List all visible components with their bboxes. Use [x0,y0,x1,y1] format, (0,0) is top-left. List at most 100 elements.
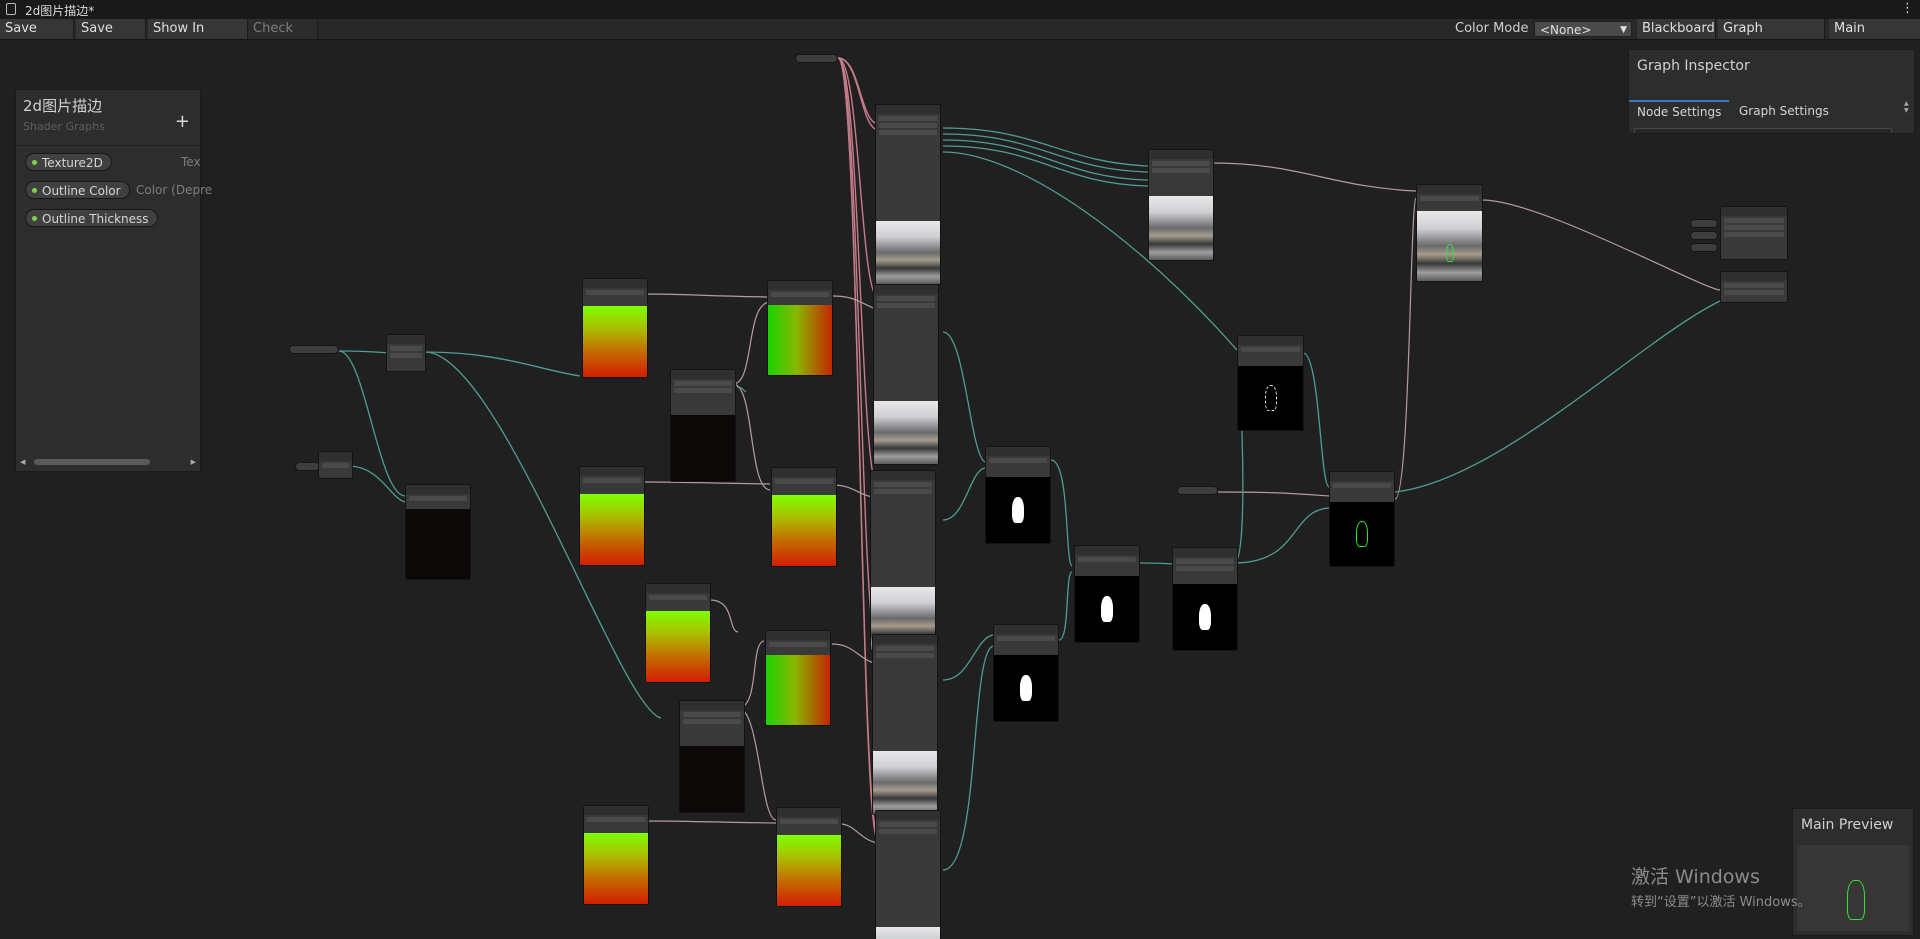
watermark-line-1: 激活 Windows [1631,866,1760,888]
save-as-button[interactable]: Save As... [76,19,146,56]
node-preview [768,305,832,375]
node-add-alpha-2[interactable] [993,624,1059,722]
property-outline-thickness[interactable]: Outline Thickness [25,209,158,227]
wire [644,481,771,485]
inspector-tabs: Node Settings Graph Settings [1629,100,1899,122]
wire [732,301,771,385]
node-port-row [989,458,1047,463]
vertex-input-pill[interactable] [1690,243,1718,252]
wire [837,57,879,489]
wire [837,57,879,299]
inspector-field[interactable] [1634,128,1892,133]
save-asset-button[interactable]: Save Asset [0,19,74,56]
node-multiply-b[interactable] [405,484,471,580]
node-port-row [879,130,937,135]
main-preview-toggle-button[interactable]: Main Preview [1829,19,1920,56]
node-uv-1[interactable] [582,278,648,378]
node-combine-1[interactable] [670,369,736,482]
master-fragment-block[interactable] [1720,271,1788,303]
main-preview-title: Main Preview [1801,817,1894,833]
wire [942,331,986,463]
node-header [986,447,1050,456]
node-port-row [780,819,838,824]
property-outline-color[interactable]: Outline Color [25,181,130,199]
node-add-final[interactable] [1416,184,1483,282]
scroll-left-icon[interactable]: ◀ [20,458,25,466]
node-sample-texture-4[interactable] [872,634,938,815]
window-title: 2d图片描边* [25,4,95,18]
node-subtract-outline[interactable] [1237,335,1304,431]
node-add-2[interactable] [765,630,831,726]
show-in-project-button[interactable]: Show In Project [148,19,248,56]
kebab-menu-icon[interactable]: ⋮ [1901,1,1914,16]
node-port-row [586,290,644,295]
node-preview [583,306,647,377]
dropdown-arrow-icon: ▼ [1620,25,1627,35]
node-split[interactable] [1148,149,1214,261]
node-add-1[interactable] [767,280,833,376]
inspector-scrollbar[interactable]: ▲ ▼ [1904,100,1912,130]
blackboard-panel: 2d图片描边 Shader Graphs + Texture2D Tex Out… [15,89,212,472]
scroll-thumb[interactable] [34,459,150,465]
wire [737,640,765,709]
vertex-input-pill[interactable] [1690,231,1718,240]
node-subtract-1[interactable] [771,467,837,567]
node-clamp[interactable] [1172,547,1238,651]
check-out-button[interactable]: Check Out [248,19,318,56]
node-multiply-a[interactable] [386,334,426,372]
node-port-row [997,636,1055,641]
node-subtract-2[interactable] [776,807,842,907]
vector1-input[interactable] [295,462,320,471]
node-sample-texture-2[interactable] [873,284,939,465]
property-node-outline-color[interactable] [1177,486,1218,495]
property-node-outline-thickness[interactable] [289,345,339,354]
tab-graph-settings[interactable]: Graph Settings [1731,100,1837,122]
scroll-right-icon[interactable]: ▶ [191,458,196,466]
node-sample-texture-1[interactable] [875,104,941,285]
vertex-input-pill[interactable] [1690,219,1718,228]
node-header [1330,472,1394,481]
shader-graph-canvas[interactable]: 2d图片描边 Shader Graphs + Texture2D Tex Out… [0,40,1920,939]
node-multiply-color[interactable] [1329,471,1395,567]
node-header [671,370,735,379]
node-uv-4[interactable] [583,805,649,905]
node-vector1[interactable] [318,451,353,479]
node-sample-texture-5[interactable] [875,810,941,939]
node-preview [1330,502,1394,566]
main-preview-viewport[interactable] [1797,845,1909,931]
master-vertex-block[interactable] [1720,206,1788,260]
preview-sprite-outline [1847,880,1865,920]
node-add-alpha-1[interactable] [985,446,1051,544]
node-port-row [775,479,833,484]
node-port-row [1078,557,1136,562]
node-header [1417,185,1482,194]
property-node-texture2d[interactable] [795,54,838,63]
node-port-row [390,353,422,358]
node-sample-texture-3[interactable] [870,470,936,651]
node-combine-2[interactable] [679,700,745,813]
property-texture2d[interactable]: Texture2D [25,153,112,171]
blackboard-scrollbar[interactable]: ◀ ▶ [20,457,196,467]
node-header [319,452,352,461]
color-mode-dropdown[interactable]: <None> ▼ [1534,21,1632,37]
node-port-row [583,478,641,483]
node-add-alpha-3[interactable] [1074,545,1140,643]
wire [1211,162,1417,192]
blackboard-toggle-button[interactable]: Blackboard [1637,19,1716,39]
color-mode-value: <None> [1540,23,1592,37]
shader-file-icon [6,3,16,15]
node-preview [876,221,940,284]
tab-node-settings[interactable]: Node Settings [1629,100,1730,124]
wire [839,823,879,844]
color-mode-label: Color Mode [1455,21,1529,36]
node-port-row [879,123,937,128]
wire [644,820,777,824]
node-uv-2[interactable] [579,466,645,566]
add-property-icon[interactable]: + [175,111,190,132]
node-header [387,335,425,344]
wire [338,350,389,354]
wire [942,145,1149,187]
node-uv-3[interactable] [645,583,711,683]
graph-inspector-toggle-button[interactable]: Graph Inspector [1718,19,1825,56]
node-preview [1149,196,1213,260]
